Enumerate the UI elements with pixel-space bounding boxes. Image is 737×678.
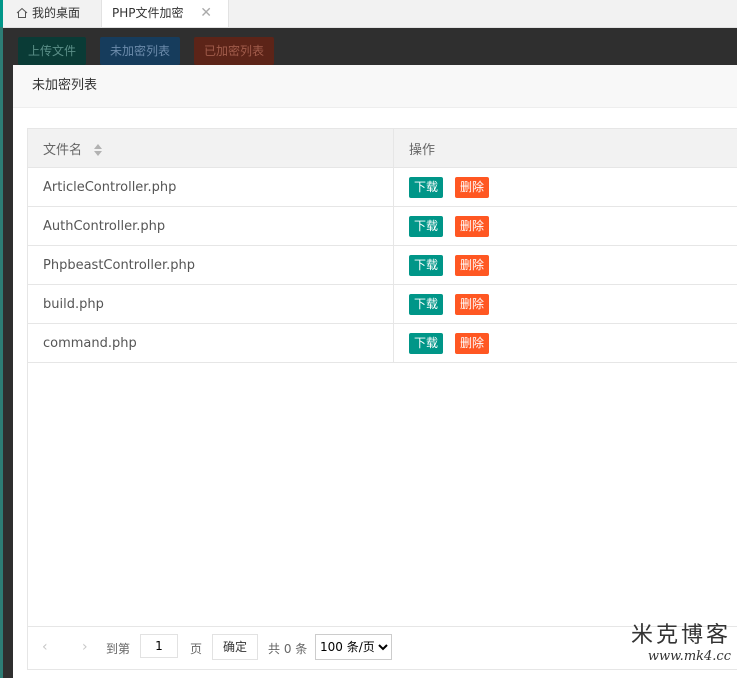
confirm-page-button[interactable]: 确定 bbox=[212, 634, 259, 660]
row-actions: 下载 删除 bbox=[393, 167, 737, 207]
table-row: build.php 下载 删除 bbox=[28, 284, 737, 324]
page-size-select[interactable]: 100 条/页 bbox=[315, 634, 392, 660]
delete-button[interactable]: 删除 bbox=[455, 293, 490, 315]
file-name: PhpbeastController.php bbox=[28, 245, 394, 285]
unencrypted-list-dialog: 未加密列表 文件名 操作 ArticleController.php 下载删除 bbox=[13, 65, 737, 678]
page-number-input[interactable] bbox=[140, 634, 178, 658]
page-unit-label: 页 bbox=[190, 642, 203, 656]
tab-bar: 我的桌面 PHP文件加密 ✕ bbox=[0, 0, 737, 28]
upload-button[interactable]: 上传文件 bbox=[18, 37, 86, 65]
sort-icon[interactable] bbox=[94, 144, 103, 156]
encrypted-list-button[interactable]: 已加密列表 bbox=[194, 37, 274, 65]
tab-label: PHP文件加密 bbox=[112, 6, 184, 20]
prev-page-button[interactable]: ‹ bbox=[42, 639, 48, 655]
table-row: command.php 下载 删除 bbox=[28, 323, 737, 363]
sidebar-edge bbox=[0, 27, 3, 678]
column-header-filename[interactable]: 文件名 bbox=[28, 129, 394, 168]
tab-label: 我的桌面 bbox=[32, 6, 81, 20]
tab-accent-strip bbox=[0, 0, 3, 27]
download-button[interactable]: 下载 bbox=[409, 176, 444, 198]
delete-button[interactable]: 删除 bbox=[455, 215, 490, 237]
table-header-row: 文件名 操作 bbox=[28, 129, 737, 168]
column-header-actions: 操作 bbox=[393, 129, 737, 168]
dialog-title: 未加密列表 bbox=[13, 65, 737, 108]
file-name: command.php bbox=[28, 323, 394, 363]
tab-php-encrypt[interactable]: PHP文件加密 ✕ bbox=[101, 0, 229, 27]
home-icon bbox=[16, 2, 28, 29]
file-name: ArticleController.php bbox=[28, 167, 394, 207]
delete-button[interactable]: 删除 bbox=[455, 254, 490, 276]
download-button[interactable]: 下载 bbox=[409, 293, 444, 315]
file-name: build.php bbox=[28, 284, 394, 324]
row-actions: 下载 删除 bbox=[393, 323, 737, 363]
watermark-url: www.mk4.cc bbox=[647, 649, 731, 664]
delete-button[interactable]: 删除 bbox=[455, 332, 490, 354]
download-button[interactable]: 下载 bbox=[409, 215, 444, 237]
row-actions: 下载 删除 bbox=[393, 284, 737, 324]
download-button[interactable]: 下载 bbox=[409, 254, 444, 276]
row-actions: 下载 删除 bbox=[393, 206, 737, 246]
total-count: 共 0 条 bbox=[268, 642, 308, 656]
file-name: AuthController.php bbox=[28, 206, 394, 246]
tab-my-desktop[interactable]: 我的桌面 bbox=[6, 0, 102, 27]
download-button[interactable]: 下载 bbox=[409, 332, 444, 354]
table-row: ArticleController.php 下载 删除 bbox=[28, 167, 737, 207]
row-actions: 下载 删除 bbox=[393, 245, 737, 285]
unencrypted-list-button[interactable]: 未加密列表 bbox=[100, 37, 180, 65]
site-watermark: 米克博客 www.mk4.cc bbox=[631, 617, 731, 664]
goto-label: 到第 bbox=[106, 642, 131, 656]
next-page-button[interactable]: › bbox=[82, 639, 88, 655]
watermark-title: 米克博客 bbox=[630, 623, 731, 648]
table-row: PhpbeastController.php 下载 删除 bbox=[28, 245, 737, 285]
column-header-label: 文件名 bbox=[43, 142, 83, 158]
close-icon[interactable]: ✕ bbox=[200, 0, 212, 27]
table-row: AuthController.php 下载 删除 bbox=[28, 206, 737, 246]
file-table: 文件名 操作 ArticleController.php 下载 删除 AuthCo… bbox=[27, 128, 737, 670]
delete-button[interactable]: 删除 bbox=[455, 176, 490, 198]
